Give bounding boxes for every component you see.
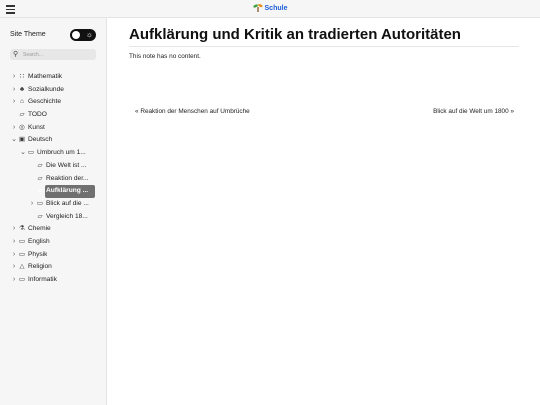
sidebar-item-label: Kunst — [28, 123, 45, 131]
sidebar-item-label: Chemie — [28, 225, 51, 233]
sidebar-item[interactable]: › ▭ Blick auf die ... — [0, 198, 107, 211]
search-icon: ⚲ — [13, 51, 19, 58]
sidebar-item-label: Geschichte — [28, 98, 61, 106]
book-icon: ▣ — [18, 136, 26, 144]
main-content: Aufklärung und Kritik an tradierten Auto… — [107, 18, 540, 405]
sidebar-item-label: Reaktion der... — [46, 174, 89, 182]
sidebar-item-label: Physik — [28, 250, 48, 258]
search-box[interactable]: ⚲ — [10, 49, 96, 60]
chevron-right-icon[interactable]: › — [11, 249, 17, 262]
next-note-link[interactable]: Blick auf die Welt um 1800 » — [433, 108, 514, 115]
sidebar-item[interactable]: › ▭ English — [0, 236, 107, 249]
note-icon: ▱ — [37, 212, 43, 220]
chevron-right-icon[interactable]: › — [11, 71, 17, 84]
palette-icon: ◎ — [19, 123, 25, 131]
note-icon: ▱ — [37, 174, 43, 182]
sidebar: Site Theme ☼ ⚲ ›∷Mathematik›♣Sozialkunde… — [0, 18, 107, 405]
chevron-right-icon[interactable]: › — [11, 261, 17, 274]
sidebar-item-label: Mathematik — [28, 73, 63, 80]
sidebar-item[interactable]: ⌄ ▭ Umbruch um 1... — [0, 147, 107, 160]
triangle-icon: △ — [19, 263, 25, 271]
flask-icon: ⚗ — [19, 225, 25, 233]
prev-note-link[interactable]: « Reaktion der Menschen auf Umbrüche — [135, 108, 250, 115]
sidebar-item-label: Umbruch um 1... — [37, 149, 86, 157]
theme-label: Site Theme — [10, 31, 46, 38]
note-icon: ▱ — [19, 111, 25, 119]
sidebar-item[interactable]: › ♣ Sozialkunde — [0, 84, 107, 97]
chevron-right-icon[interactable]: › — [11, 96, 17, 109]
page-title: Aufklärung und Kritik an tradierten Auto… — [129, 26, 461, 43]
nav-tree: › ∷ Mathematik › ♣ Sozialkunde › ⌂ Geschichte ▱ TO… — [0, 71, 107, 287]
chevron-right-icon[interactable]: › — [11, 122, 17, 135]
sidebar-item[interactable]: ▱ Aufklärung ... — [37, 185, 95, 198]
sidebar-item[interactable]: › ▭ Informatik — [0, 274, 107, 287]
sidebar-item[interactable]: › ▭ Physik — [0, 249, 107, 262]
sun-icon: ☼ — [85, 30, 93, 39]
sidebar-item-label: Aufklärung ... — [46, 187, 89, 195]
chevron-down-icon[interactable]: ⌄ — [20, 147, 26, 160]
sidebar-item[interactable]: › △ Religion — [0, 261, 107, 274]
sidebar-item-label: Informatik — [28, 276, 57, 283]
chevron-right-icon[interactable]: › — [11, 236, 17, 249]
toggle-knob — [72, 31, 80, 39]
sidebar-item-label: Deutsch — [28, 136, 53, 144]
sprout-icon — [252, 3, 263, 14]
folder-icon: ▭ — [36, 199, 44, 207]
sidebar-item[interactable]: › ⌂ Geschichte — [0, 96, 107, 109]
note-icon: ▱ — [37, 187, 43, 195]
search-input[interactable] — [23, 50, 93, 59]
note-content: This note has no content. — [129, 53, 201, 60]
folder-icon: ▭ — [27, 149, 35, 157]
sidebar-item-label: TODO — [28, 111, 47, 119]
sidebar-item-label: Die Welt ist ... — [46, 161, 87, 169]
sidebar-item-label: Blick auf die ... — [46, 199, 89, 207]
sidebar-item[interactable]: › ⚗ Chemie — [0, 223, 107, 236]
chevron-down-icon[interactable]: ⌄ — [11, 134, 17, 147]
top-bar: Schule — [0, 0, 540, 18]
pi-icon: ∷ — [19, 73, 25, 80]
sidebar-item-label: English — [28, 237, 50, 245]
sidebar-item-label: Vergleich 18... — [46, 212, 88, 220]
chevron-right-icon[interactable]: › — [11, 223, 17, 236]
sidebar-item[interactable]: ⌄ ▣ Deutsch — [0, 134, 107, 147]
sidebar-item-label: Sozialkunde — [28, 85, 64, 93]
sidebar-item[interactable]: ▱ TODO — [0, 109, 107, 122]
site-title: Schule — [264, 5, 288, 12]
sidebar-item[interactable]: › ◎ Kunst — [0, 122, 107, 135]
folder-icon: ▭ — [18, 250, 26, 258]
theme-toggle[interactable]: ☼ — [70, 29, 96, 41]
sidebar-item-label: Religion — [28, 263, 52, 271]
chevron-right-icon[interactable]: › — [11, 274, 17, 287]
title-divider — [129, 46, 519, 47]
folder-icon: ▭ — [18, 276, 26, 283]
sidebar-item[interactable]: ▱ Reaktion der... — [0, 173, 107, 186]
chevron-right-icon[interactable]: › — [11, 84, 17, 97]
folder-icon: ▭ — [18, 237, 26, 245]
people-icon: ♣ — [19, 85, 25, 93]
sidebar-item[interactable]: ▱ Vergleich 18... — [0, 211, 107, 224]
sidebar-item[interactable]: › ∷ Mathematik — [0, 71, 107, 84]
site-brand[interactable]: Schule — [0, 3, 540, 14]
theme-row: Site Theme ☼ — [10, 29, 96, 41]
chevron-right-icon[interactable]: › — [29, 198, 35, 211]
sidebar-item[interactable]: ▱ Die Welt ist ... — [0, 160, 107, 173]
note-icon: ▱ — [37, 161, 43, 169]
museum-icon: ⌂ — [20, 98, 24, 106]
